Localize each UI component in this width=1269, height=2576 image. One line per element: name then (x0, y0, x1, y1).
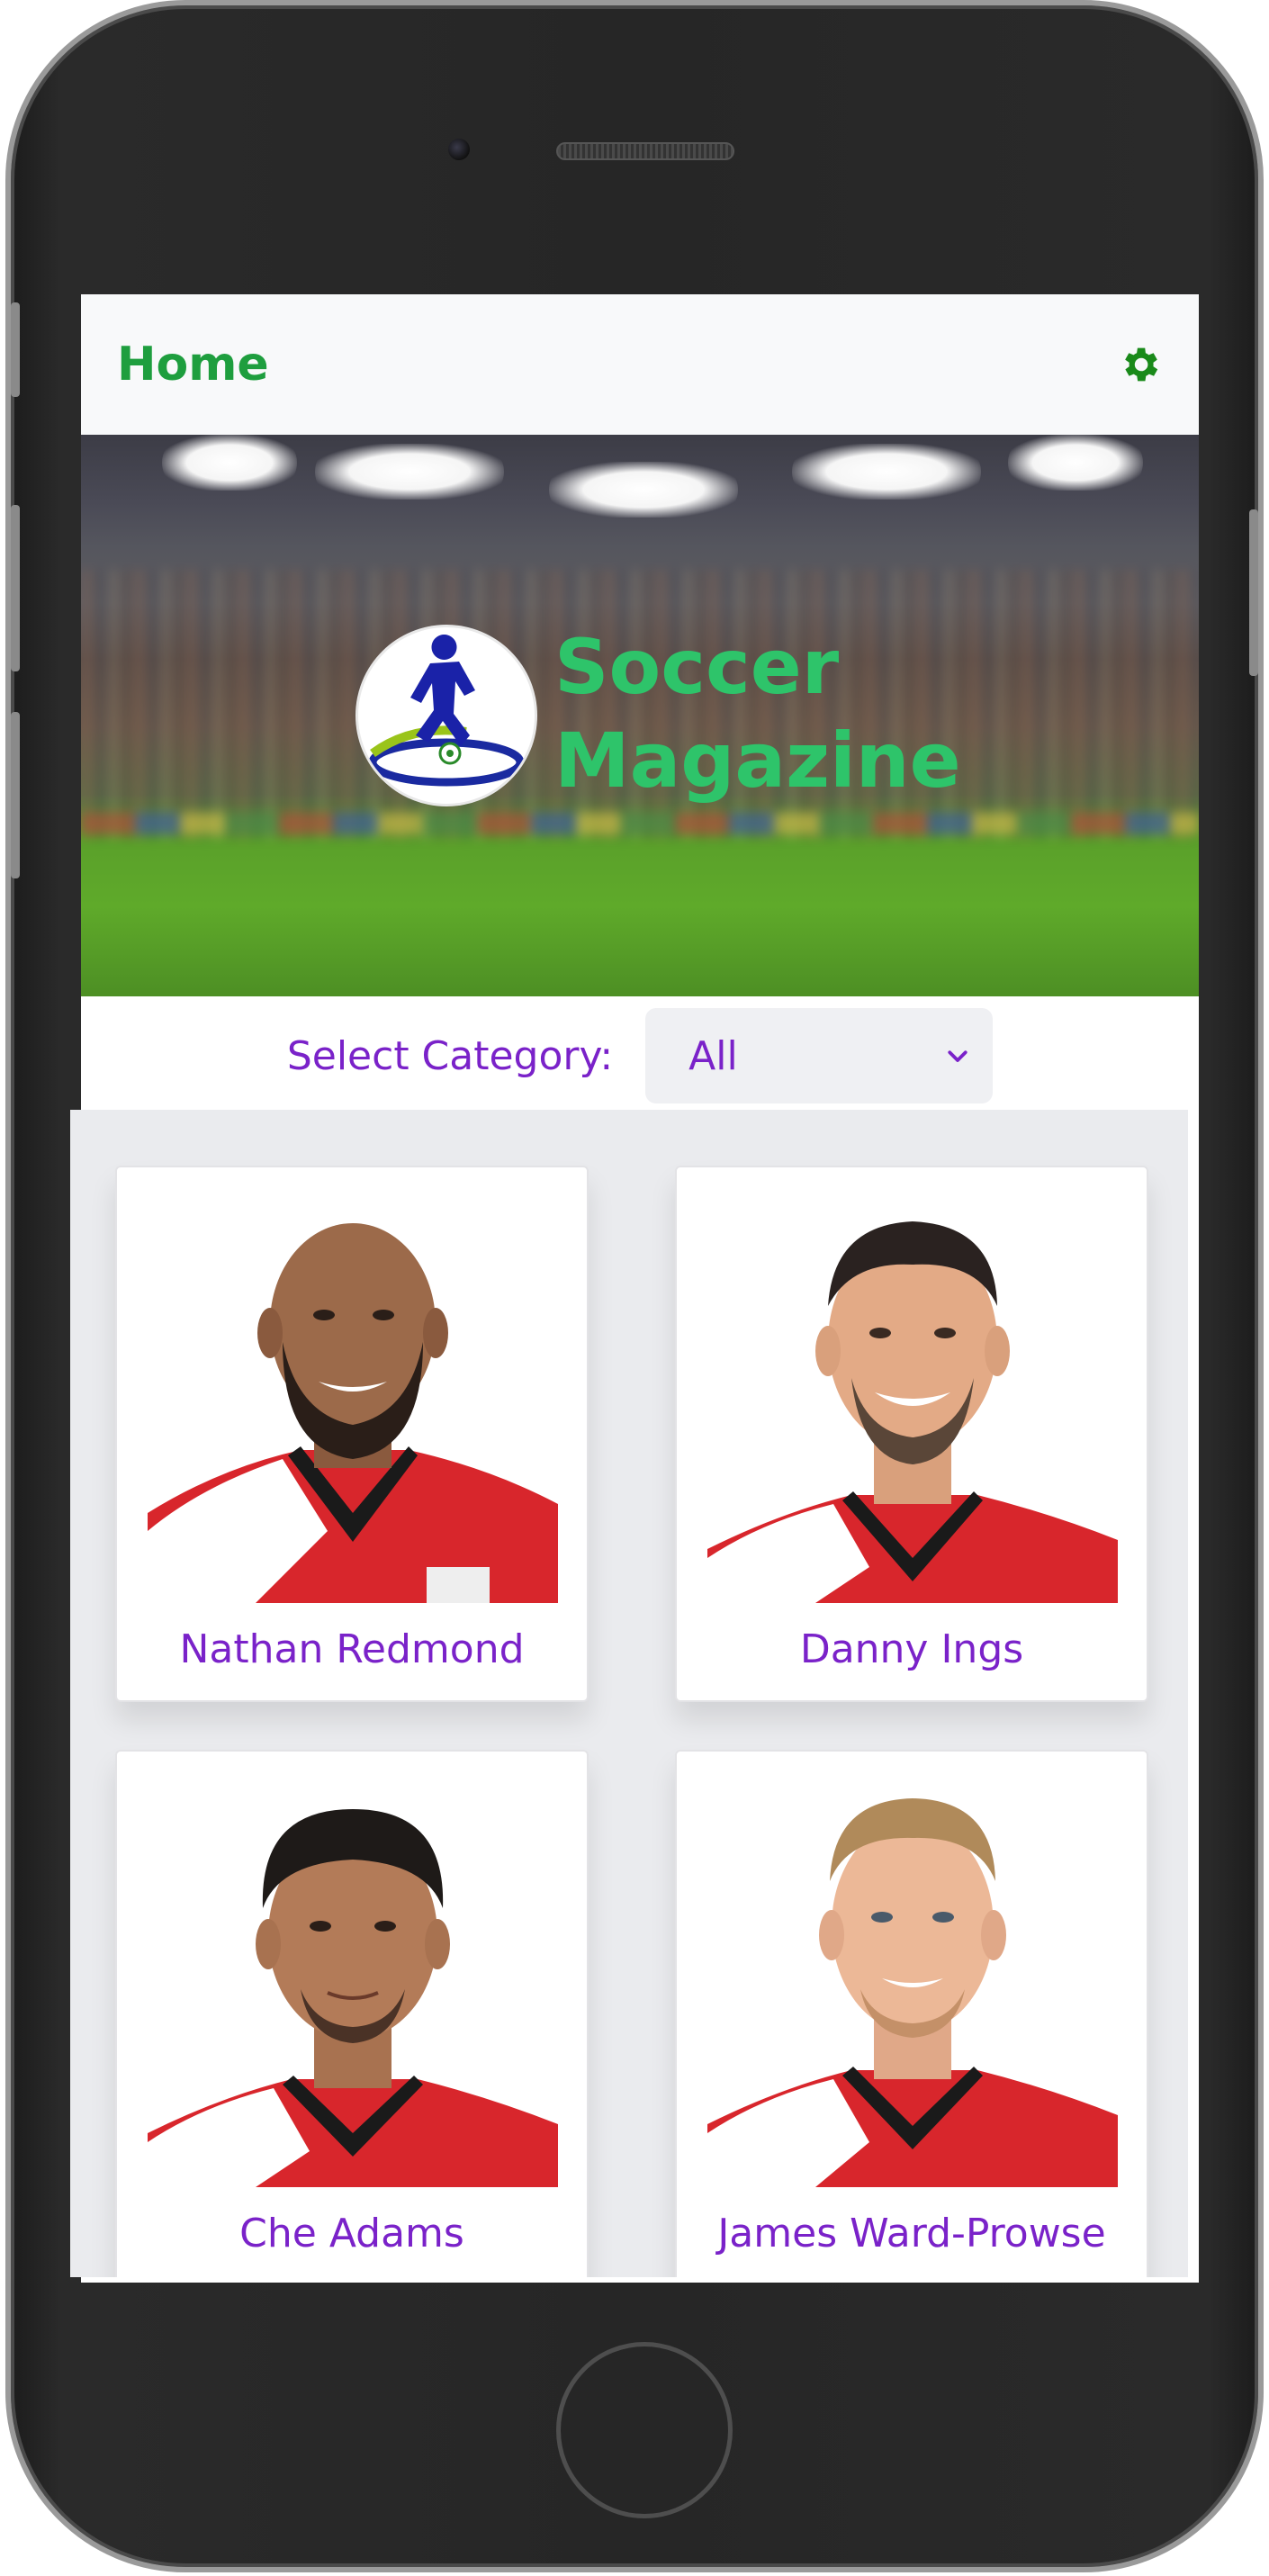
home-button[interactable] (556, 2342, 733, 2518)
top-navbar: Home (81, 294, 1199, 435)
volume-down-button (11, 712, 20, 878)
stadium-light (549, 462, 738, 518)
stadium-light (162, 435, 297, 491)
category-label: Select Category: (286, 1032, 614, 1079)
player-photo (148, 1773, 558, 2187)
category-bar: Select Category: All (81, 996, 1199, 1115)
stadium-light (1008, 435, 1143, 491)
stadium-light (315, 444, 504, 500)
player-photo (148, 1189, 558, 1603)
volume-up-button (11, 505, 20, 671)
hero-banner: Soccer Magazine (81, 435, 1199, 996)
brand-title: Soccer Magazine (554, 620, 961, 807)
player-card[interactable]: Danny Ings (675, 1166, 1148, 1702)
front-camera (448, 139, 470, 160)
brand-line-2: Magazine (554, 716, 961, 805)
earpiece-speaker (556, 142, 734, 160)
gear-icon[interactable] (1116, 341, 1163, 388)
chevron-down-icon (944, 1033, 971, 1079)
soccer-player-logo (358, 627, 535, 804)
power-button (1249, 509, 1258, 676)
page-title: Home (117, 338, 269, 392)
player-card[interactable]: Che Adams (115, 1750, 589, 2277)
blurred-adboards (81, 813, 1199, 834)
player-card[interactable]: Nathan Redmond (115, 1166, 589, 1702)
mute-switch (11, 302, 20, 397)
stadium-light (792, 444, 981, 500)
player-photo (707, 1773, 1118, 2187)
player-grid: Nathan Redmond Danny Ings Che Adams Jame… (70, 1110, 1188, 2277)
player-card[interactable]: James Ward-Prowse (675, 1750, 1148, 2277)
player-name[interactable]: Nathan Redmond (117, 1626, 587, 1672)
player-photo (707, 1189, 1118, 1603)
brand-line-1: Soccer (554, 623, 840, 711)
category-select[interactable]: All (645, 1008, 994, 1103)
category-selected-value: All (688, 1032, 738, 1079)
player-name[interactable]: Che Adams (117, 2211, 587, 2256)
player-name[interactable]: Danny Ings (677, 1626, 1147, 1672)
player-name[interactable]: James Ward-Prowse (677, 2211, 1147, 2256)
